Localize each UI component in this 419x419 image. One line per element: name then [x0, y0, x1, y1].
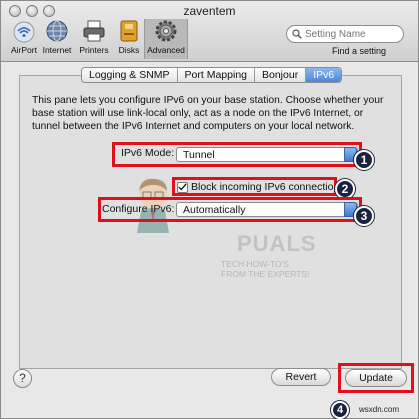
highlight-box-mode: [112, 142, 362, 167]
toolbar-advanced[interactable]: Advanced: [144, 19, 188, 59]
find-setting-label: Find a setting: [331, 46, 386, 56]
watermark-subtitle: TECH HOW-TO'S FROM THE EXPERTS!: [221, 259, 310, 279]
toolbar-printers[interactable]: Printers: [74, 19, 114, 59]
gear-icon: [155, 20, 177, 42]
revert-button[interactable]: Revert: [271, 368, 331, 386]
highlight-box-configure: [98, 197, 362, 222]
window-title: zaventem: [183, 4, 236, 18]
help-button[interactable]: ?: [13, 369, 32, 388]
search-icon: [292, 29, 302, 39]
preferences-window: zaventem AirPort Internet Printers Disks…: [0, 0, 419, 419]
annotation-badge-1: 1: [354, 150, 374, 170]
tab-logging-snmp[interactable]: Logging & SNMP: [82, 68, 178, 82]
toolbar-disks-label: Disks: [118, 45, 140, 55]
pane-description: This pane lets you configure IPv6 on you…: [32, 95, 384, 133]
title-bar: zaventem AirPort Internet Printers Disks…: [1, 1, 418, 62]
disk-icon: [120, 20, 138, 42]
airport-icon: [13, 21, 35, 43]
globe-icon: [46, 20, 68, 42]
site-watermark: wsxdn.com: [359, 405, 400, 414]
watermark: PUALS TECH HOW-TO'S FROM THE EXPERTS!: [183, 229, 353, 287]
search-field[interactable]: [286, 25, 404, 43]
toolbar-internet[interactable]: Internet: [37, 19, 77, 59]
tab-bar: Logging & SNMP Port Mapping Bonjour IPv6: [81, 67, 343, 83]
highlight-box-block: [172, 177, 337, 196]
watermark-title: PUALS: [237, 231, 317, 256]
tab-ipv6[interactable]: IPv6: [306, 68, 342, 82]
toolbar-disks[interactable]: Disks: [109, 19, 149, 59]
search-input[interactable]: [305, 27, 397, 41]
toolbar-internet-label: Internet: [42, 45, 72, 55]
annotation-badge-2: 2: [335, 179, 355, 199]
highlight-box-update: [338, 363, 414, 393]
toolbar-printers-label: Printers: [79, 45, 109, 55]
toolbar-advanced-label: Advanced: [147, 45, 185, 55]
printer-icon: [83, 20, 105, 42]
tab-port-mapping[interactable]: Port Mapping: [178, 68, 255, 82]
tab-bonjour[interactable]: Bonjour: [255, 68, 307, 82]
annotation-badge-3: 3: [354, 206, 374, 226]
annotation-badge-4: 4: [331, 401, 349, 419]
